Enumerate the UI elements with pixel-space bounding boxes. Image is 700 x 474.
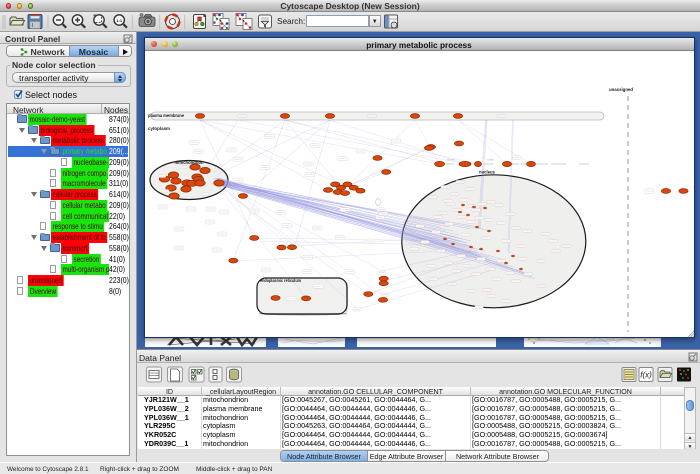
svg-text:mitochondrion: mitochondrion <box>174 159 203 165</box>
svg-text:unassigned: unassigned <box>609 87 633 93</box>
svg-text:cytoplasm: cytoplasm <box>148 126 171 132</box>
svg-text:endoplasmic reticulum: endoplasmic reticulum <box>260 278 301 284</box>
svg-text:nucleus: nucleus <box>479 169 495 175</box>
svg-text:f(x): f(x) <box>640 371 652 380</box>
svg-text:plasma membrane: plasma membrane <box>148 113 184 119</box>
svg-text:1:1: 1:1 <box>116 18 123 23</box>
